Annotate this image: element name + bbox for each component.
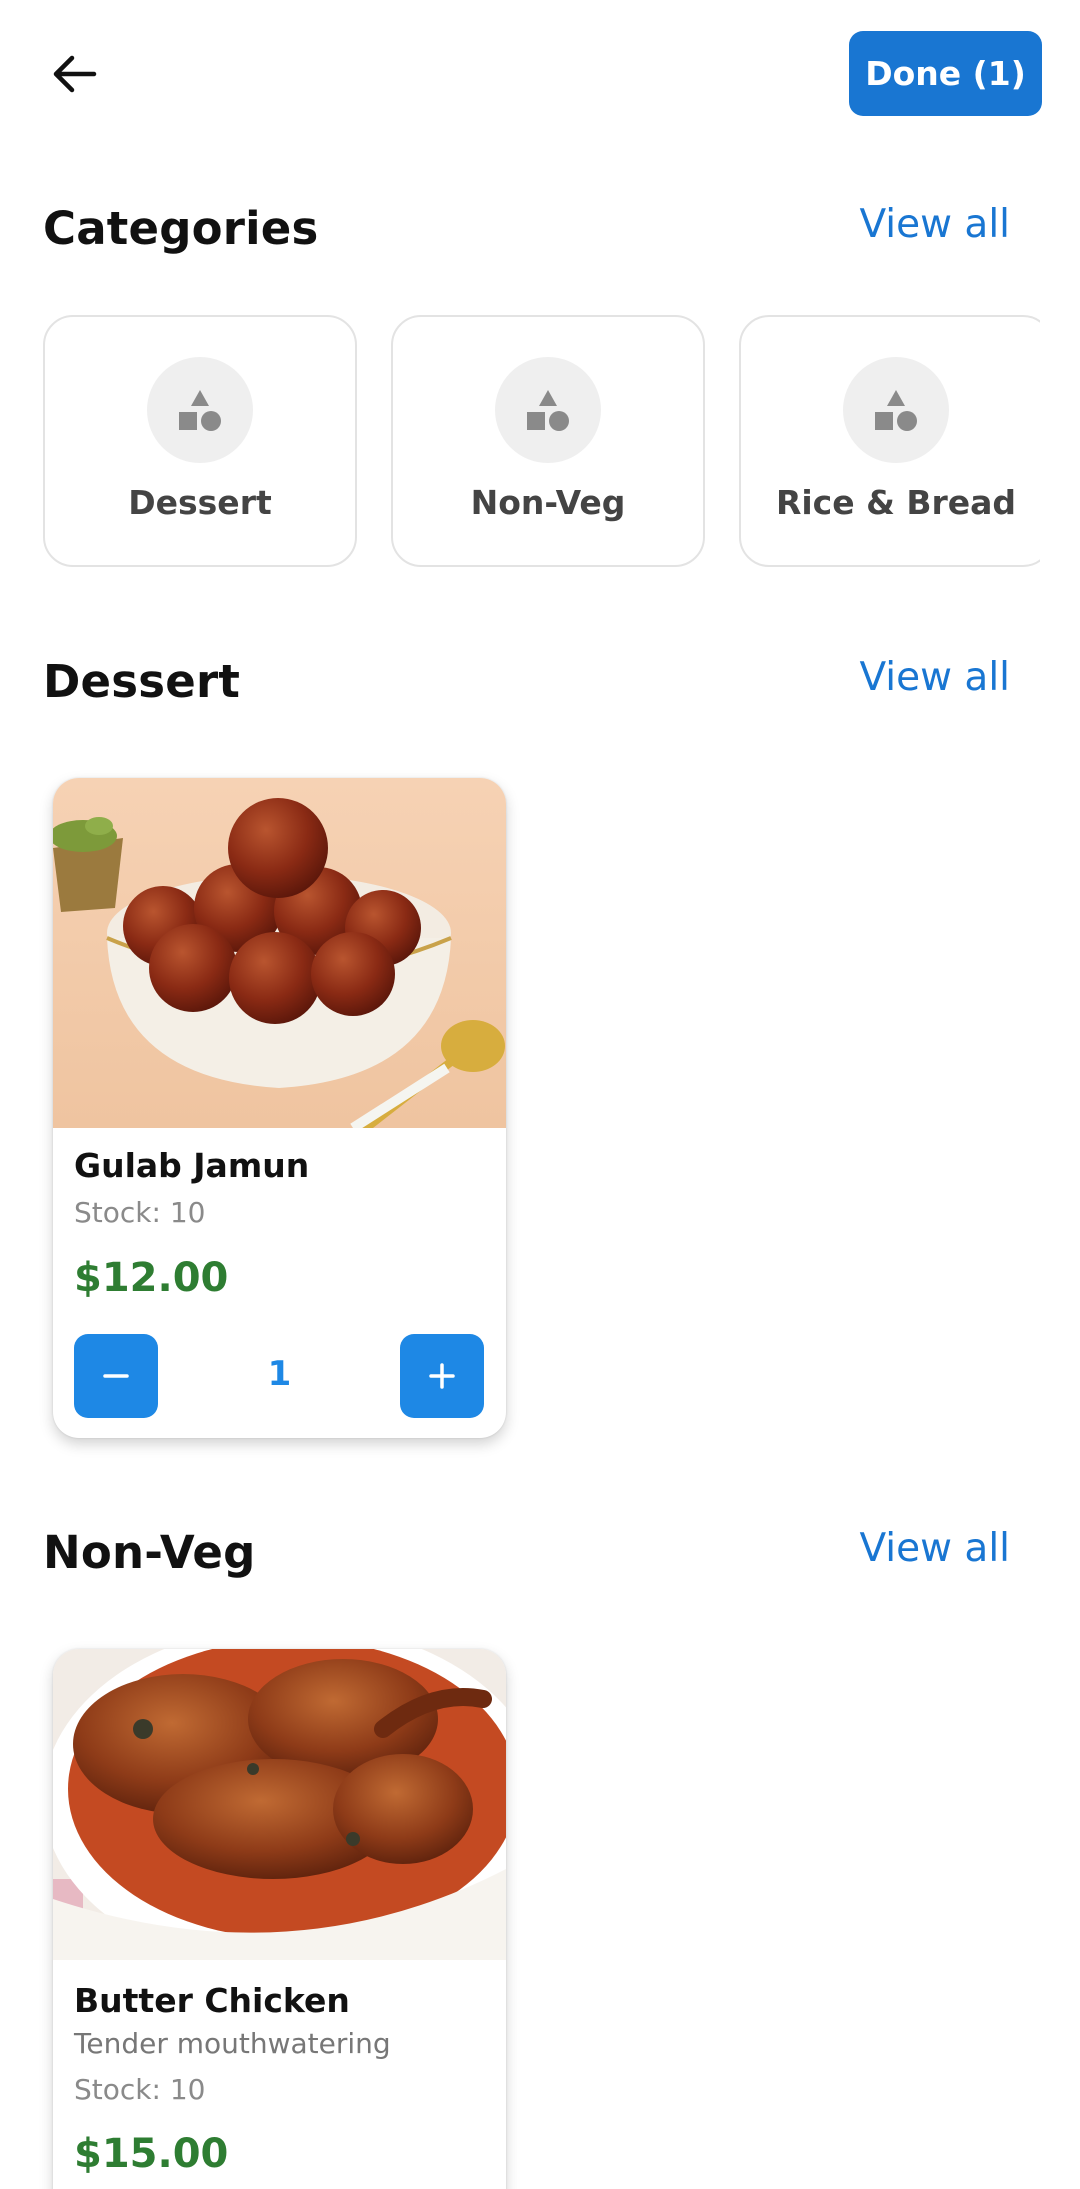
view-all-link[interactable]: View all bbox=[859, 202, 1010, 247]
decrease-quantity-button[interactable] bbox=[74, 1334, 158, 1418]
product-image bbox=[53, 1649, 506, 1960]
view-all-link[interactable]: View all bbox=[859, 1526, 1010, 1571]
product-card-gulab-jamun[interactable]: Gulab Jamun Stock: 10 $12.00 1 bbox=[53, 778, 506, 1438]
category-card-dessert[interactable]: Dessert bbox=[43, 315, 357, 567]
category-label: Dessert bbox=[128, 483, 272, 522]
product-image bbox=[53, 778, 506, 1128]
view-all-link[interactable]: View all bbox=[859, 655, 1010, 700]
product-price: $15.00 bbox=[74, 2131, 229, 2177]
category-icon-circle bbox=[495, 357, 601, 463]
product-stock: Stock: 10 bbox=[74, 2073, 206, 2106]
dessert-header: Dessert View all bbox=[43, 655, 1010, 725]
quantity-value: 1 bbox=[267, 1354, 292, 1394]
section-title: Dessert bbox=[43, 655, 241, 708]
product-card-butter-chicken[interactable]: Butter Chicken Tender mouthwatering Stoc… bbox=[53, 1649, 506, 2189]
section-title: Categories bbox=[43, 202, 319, 255]
shapes-icon bbox=[179, 390, 221, 431]
product-name: Butter Chicken bbox=[74, 1981, 350, 2020]
arrow-left-icon bbox=[53, 55, 97, 93]
product-name: Gulab Jamun bbox=[74, 1146, 310, 1185]
category-label: Non-Veg bbox=[470, 483, 626, 522]
section-title: Non-Veg bbox=[43, 1526, 256, 1579]
category-label: Rice & Bread bbox=[775, 483, 1017, 522]
product-price: $12.00 bbox=[74, 1255, 229, 1301]
plus-icon bbox=[429, 1363, 455, 1389]
top-bar: Done (1) bbox=[0, 0, 1080, 150]
categories-carousel[interactable]: Dessert Non-Veg Rice & Bread bbox=[43, 315, 1040, 567]
category-card-rice-bread[interactable]: Rice & Bread bbox=[739, 315, 1040, 567]
back-button[interactable] bbox=[44, 44, 104, 104]
product-stock: Stock: 10 bbox=[74, 1196, 206, 1229]
category-icon-circle bbox=[147, 357, 253, 463]
category-card-non-veg[interactable]: Non-Veg bbox=[391, 315, 705, 567]
nonveg-header: Non-Veg View all bbox=[43, 1526, 1010, 1596]
product-description: Tender mouthwatering bbox=[74, 2027, 391, 2060]
done-button[interactable]: Done (1) bbox=[849, 31, 1042, 116]
categories-header: Categories View all bbox=[43, 202, 1010, 272]
shapes-icon bbox=[527, 390, 569, 431]
category-icon-circle bbox=[843, 357, 949, 463]
increase-quantity-button[interactable] bbox=[400, 1334, 484, 1418]
minus-icon bbox=[103, 1374, 129, 1378]
shapes-icon bbox=[875, 390, 917, 431]
